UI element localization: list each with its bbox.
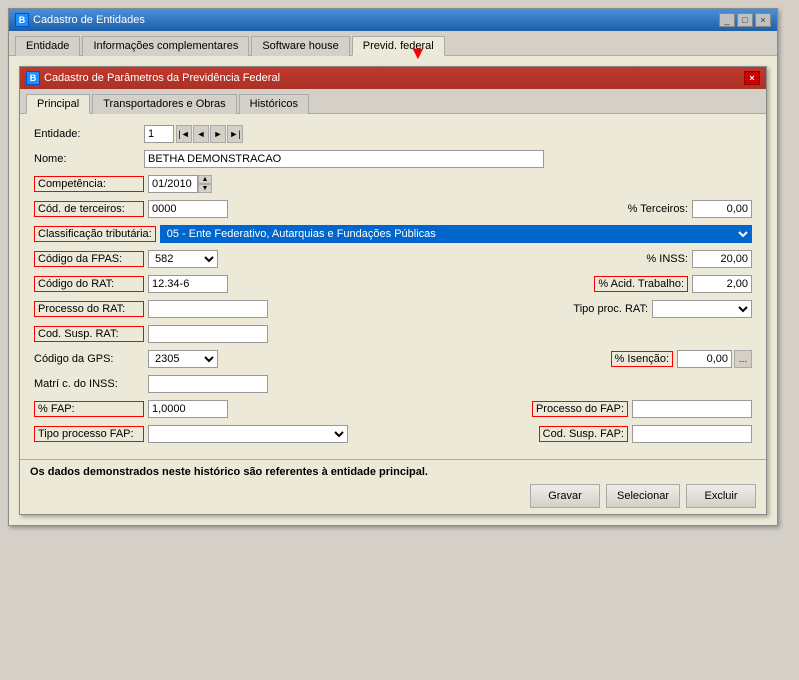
tab-informacoes[interactable]: Informações complementares (82, 36, 249, 56)
cod-fpas-select[interactable]: 582 (148, 250, 218, 268)
processo-rat-label: Processo do RAT: (34, 301, 144, 317)
class-trib-select[interactable]: 05 - Ente Federativo, Autarquias e Funda… (160, 225, 752, 243)
tipo-proc-fap-label: Tipo processo FAP: (34, 426, 144, 442)
cod-fpas-row: Código da FPAS: 582 % INSS: (34, 249, 752, 269)
entidade-input[interactable] (144, 125, 174, 143)
competencia-input[interactable] (148, 175, 198, 193)
nome-input[interactable] (144, 150, 544, 168)
nav-last-button[interactable]: ►| (227, 125, 243, 143)
cod-rat-row: Código do RAT: % Acid. Trabalho: (34, 274, 752, 294)
inner-tab-bar: Principal Transportadores e Obras Histór… (20, 89, 766, 114)
tab-software-house[interactable]: Software house (251, 36, 349, 56)
outer-window-icon: B (15, 13, 29, 27)
cod-fpas-label: Código da FPAS: (34, 251, 144, 267)
cod-susp-rat-input[interactable] (148, 325, 268, 343)
cod-terceiros-row: Cód. de terceiros: % Terceiros: (34, 199, 752, 219)
inner-window-icon: B (26, 71, 40, 85)
outer-title-bar: B Cadastro de Entidades _ □ × (9, 9, 777, 31)
bottom-note: Os dados demonstrados neste histórico sã… (30, 466, 756, 478)
excluir-button[interactable]: Excluir (686, 484, 756, 508)
cod-susp-rat-row: Cod. Susp. RAT: (34, 324, 752, 344)
perc-terceiros-input[interactable] (692, 200, 752, 218)
tab-previd-federal[interactable]: Previd. federal (352, 36, 445, 56)
nav-next-button[interactable]: ► (210, 125, 226, 143)
class-trib-row: Classificação tributária: 05 - Ente Fede… (34, 224, 752, 244)
entidade-row: Entidade: |◄ ◄ ► ►| (34, 124, 752, 144)
processo-fap-input[interactable] (632, 400, 752, 418)
processo-rat-row: Processo do RAT: Tipo proc. RAT: (34, 299, 752, 319)
cod-rat-input[interactable] (148, 275, 228, 293)
competencia-label: Competência: (34, 176, 144, 192)
nav-first-button[interactable]: |◄ (176, 125, 192, 143)
nome-label: Nome: (34, 153, 144, 165)
perc-isencao-input[interactable] (677, 350, 732, 368)
inner-title-bar: B Cadastro de Parâmetros da Previdência … (20, 67, 766, 89)
inner-window: B Cadastro de Parâmetros da Previdência … (19, 66, 767, 515)
tab-principal[interactable]: Principal (26, 94, 90, 114)
selecionar-button[interactable]: Selecionar (606, 484, 680, 508)
tipo-proc-rat-select[interactable] (652, 300, 752, 318)
matric-inss-label: Matrí c. do INSS: (34, 378, 144, 390)
cod-susp-fap-input[interactable] (632, 425, 752, 443)
class-trib-label: Classificação tributária: (34, 226, 156, 242)
cod-gps-row: Código da GPS: 2305 % Isenção: … (34, 349, 752, 369)
isencao-extra-button[interactable]: … (734, 350, 752, 368)
tipo-proc-fap-select[interactable] (148, 425, 348, 443)
competencia-up-button[interactable]: ▲ (198, 175, 212, 184)
close-button[interactable]: × (755, 13, 771, 27)
maximize-button[interactable]: □ (737, 13, 753, 27)
perc-acid-trab-input[interactable] (692, 275, 752, 293)
cod-terceiros-input[interactable] (148, 200, 228, 218)
tab-historicos[interactable]: Históricos (239, 94, 309, 114)
outer-window: ▼ B Cadastro de Entidades _ □ × Entidade… (8, 8, 778, 526)
perc-fap-input[interactable] (148, 400, 228, 418)
outer-tab-bar: Entidade Informações complementares Soft… (9, 31, 777, 56)
cod-rat-label: Código do RAT: (34, 276, 144, 292)
gravar-button[interactable]: Gravar (530, 484, 600, 508)
perc-fap-label: % FAP: (34, 401, 144, 417)
perc-isencao-label: % Isenção: (611, 351, 673, 367)
matric-inss-row: Matrí c. do INSS: (34, 374, 752, 394)
cod-gps-select[interactable]: 2305 (148, 350, 218, 368)
perc-inss-input[interactable] (692, 250, 752, 268)
perc-acid-trab-label: % Acid. Trabalho: (594, 276, 688, 292)
inner-window-title: Cadastro de Parâmetros da Previdência Fe… (44, 72, 280, 84)
nav-prev-button[interactable]: ◄ (193, 125, 209, 143)
bottom-bar: Os dados demonstrados neste histórico sã… (20, 459, 766, 514)
entidade-label: Entidade: (34, 128, 144, 140)
tab-transportadores[interactable]: Transportadores e Obras (92, 94, 236, 114)
matric-inss-input[interactable] (148, 375, 268, 393)
inner-close-button[interactable]: × (744, 71, 760, 85)
cod-susp-fap-label: Cod. Susp. FAP: (539, 426, 628, 442)
processo-fap-label: Processo do FAP: (532, 401, 628, 417)
tipo-proc-rat-label: Tipo proc. RAT: (573, 303, 648, 315)
tab-entidade[interactable]: Entidade (15, 36, 80, 56)
cod-susp-rat-label: Cod. Susp. RAT: (34, 326, 144, 342)
competencia-row: Competência: ▲ ▼ (34, 174, 752, 194)
competencia-down-button[interactable]: ▼ (198, 184, 212, 193)
processo-rat-input[interactable] (148, 300, 268, 318)
tipo-proc-fap-row: Tipo processo FAP: Cod. Susp. FAP: (34, 424, 752, 444)
perc-terceiros-label: % Terceiros: (628, 203, 688, 215)
cod-gps-label: Código da GPS: (34, 353, 144, 365)
minimize-button[interactable]: _ (719, 13, 735, 27)
outer-window-title: Cadastro de Entidades (33, 14, 145, 26)
form-body: Entidade: |◄ ◄ ► ►| Nome: Competência: (20, 114, 766, 459)
cod-terceiros-label: Cód. de terceiros: (34, 201, 144, 217)
perc-fap-row: % FAP: Processo do FAP: (34, 399, 752, 419)
nome-row: Nome: (34, 149, 752, 169)
perc-inss-label: % INSS: (646, 253, 688, 265)
